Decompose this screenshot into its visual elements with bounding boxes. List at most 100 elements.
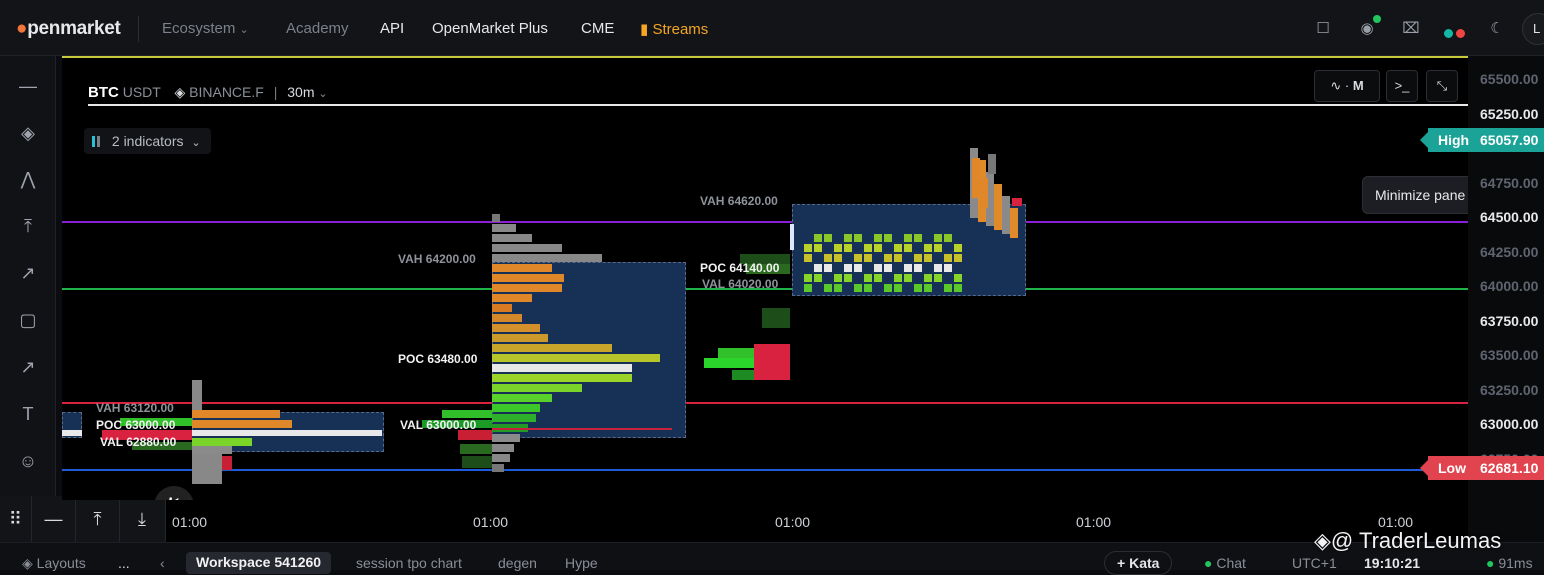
purple-line[interactable] xyxy=(62,221,1468,224)
online-dot-icon: ● xyxy=(1486,555,1495,571)
time-tick-label: 01:00 xyxy=(473,514,509,530)
price-axis[interactable]: 65500.00 65250.00 64750.00 64500.00 64250.00… xyxy=(1468,56,1544,542)
latency-indicator: ● 91ms xyxy=(1486,555,1533,571)
move-down-icon[interactable]: ⤓ xyxy=(120,496,164,542)
nav-streams[interactable]: ▮ Streams xyxy=(640,20,708,38)
line-tool-icon[interactable]: — xyxy=(14,72,42,100)
pulse-icon: ∿ xyxy=(1330,78,1342,93)
tpo-cell xyxy=(874,274,882,282)
tpo-cell xyxy=(934,264,942,272)
tpo-cell xyxy=(844,244,852,252)
chat-button[interactable]: ● Chat xyxy=(1204,555,1246,571)
blue-line[interactable] xyxy=(62,469,1468,472)
console-button[interactable]: >_ xyxy=(1386,70,1418,102)
tpo-cell xyxy=(884,264,892,272)
tpo-cell xyxy=(814,244,822,252)
floating-logo-icon[interactable]: ↯ xyxy=(154,486,194,500)
nav-ecosystem[interactable]: Ecosystem ⌄ xyxy=(162,20,249,37)
drag-handle-icon[interactable]: ⠿ xyxy=(0,496,32,542)
price-tick-label: 63250.00 xyxy=(1480,381,1539,398)
chart-mode-button[interactable]: ∿ · M xyxy=(1314,70,1380,102)
tpo-cell xyxy=(492,234,532,242)
tpo-cell xyxy=(844,234,852,242)
indicators-icon xyxy=(92,129,102,155)
nav-cme[interactable]: CME xyxy=(581,20,614,37)
indicators-button[interactable]: 2 indicators ⌄ xyxy=(84,128,211,154)
tab-hype[interactable]: Hype xyxy=(565,555,598,571)
minimize-pane-button[interactable]: ⤡ xyxy=(1426,70,1458,102)
camera-icon[interactable]: ⌧ xyxy=(1400,19,1422,39)
profile-level-label: VAL 62880.00 xyxy=(100,434,177,449)
tpo-cell xyxy=(864,244,872,252)
tpo-cell xyxy=(790,224,794,250)
chart-pane[interactable]: BTC USDT ◈ BINANCE.F | 30m ⌄ 2 indicator… xyxy=(62,56,1468,500)
nav-openmarket-plus[interactable]: OpenMarket Plus xyxy=(432,20,548,37)
emoji-tool-icon[interactable]: ☺ xyxy=(14,447,42,475)
tpo-cell xyxy=(924,254,932,262)
curve-tool-icon[interactable]: ↗ xyxy=(14,259,42,287)
tab-session-tpo-chart[interactable]: session tpo chart xyxy=(356,555,462,571)
text-tool-icon[interactable]: T xyxy=(14,400,42,428)
tpo-cell xyxy=(492,444,514,452)
timezone-selector[interactable]: UTC+1 xyxy=(1292,555,1337,571)
tpo-cell xyxy=(894,274,902,282)
red-line[interactable] xyxy=(62,402,1468,405)
tpo-cell xyxy=(854,254,862,262)
tpo-cell xyxy=(954,284,962,292)
tpo-cell xyxy=(844,264,852,272)
tpo-cell xyxy=(844,274,852,282)
feedback-icon[interactable]: ☐ xyxy=(1312,19,1334,39)
symbol-base[interactable]: BTC xyxy=(88,84,119,101)
interval-selector[interactable]: 30m xyxy=(287,84,314,100)
tpo-cell xyxy=(954,274,962,282)
user-avatar[interactable]: L xyxy=(1522,13,1544,45)
tpo-cell xyxy=(834,284,842,292)
exchange-name: BINANCE.F xyxy=(189,84,264,100)
price-tick-label: 63500.00 xyxy=(1480,347,1539,363)
minimize-icon[interactable]: — xyxy=(32,496,76,542)
tpo-cell xyxy=(914,264,922,272)
move-up-icon[interactable]: ⤒ xyxy=(76,496,120,542)
tab-workspace[interactable]: Workspace 541260 xyxy=(186,552,332,574)
tpo-cell xyxy=(824,284,832,292)
high-label-tag: High xyxy=(1419,127,1478,152)
price-tick-label: 64500.00 xyxy=(1480,209,1539,225)
layers-icon[interactable]: ◈ xyxy=(14,119,42,147)
tpo-cell xyxy=(954,254,962,262)
time-axis[interactable]: 01:00 01:00 01:00 01:00 01:00 xyxy=(166,500,1468,542)
online-dot-icon: ● xyxy=(1204,555,1213,571)
tpo-cell xyxy=(814,234,822,242)
low-price-tag: 62681.10 xyxy=(1468,456,1544,481)
layouts-button[interactable]: ◈ Layouts xyxy=(22,555,86,572)
profile-level-label: VAH 63120.00 xyxy=(96,401,174,416)
tpo-cell xyxy=(1010,208,1018,238)
arrow-up-tool-icon[interactable]: ⤒ xyxy=(14,212,42,240)
tpo-cell xyxy=(924,284,932,292)
nav-academy[interactable]: Academy xyxy=(286,20,349,37)
tpo-cell xyxy=(492,454,510,462)
tpo-cell xyxy=(460,444,492,454)
kata-button[interactable]: + Kata xyxy=(1104,551,1173,575)
theme-dots-icon[interactable] xyxy=(1444,25,1468,43)
openmarket-mark-icon: ● xyxy=(16,18,28,39)
back-button[interactable]: ‹ xyxy=(160,555,165,571)
openmarket-logo[interactable]: ●penmarket xyxy=(16,18,121,40)
tpo-cell xyxy=(492,314,522,322)
tpo-cell xyxy=(492,364,632,372)
pattern-tool-icon[interactable]: ⋀ xyxy=(14,165,42,193)
symbol-legend: BTC USDT ◈ BINANCE.F | 30m ⌄ xyxy=(88,84,328,101)
arrow-tool-icon[interactable]: ↗ xyxy=(14,353,42,381)
tpo-cell xyxy=(864,274,872,282)
tpo-cell xyxy=(192,438,252,446)
tpo-cell xyxy=(192,410,280,418)
nav-api[interactable]: API xyxy=(380,20,404,37)
tpo-cell xyxy=(814,264,822,272)
moon-icon[interactable]: ☾ xyxy=(1486,19,1508,39)
chevron-down-icon: ⌄ xyxy=(239,24,249,36)
tpo-cell xyxy=(804,244,812,252)
tpo-cell xyxy=(492,404,540,412)
more-button[interactable]: ... xyxy=(118,555,130,571)
tpo-cell xyxy=(492,294,532,302)
rectangle-tool-icon[interactable]: ▢ xyxy=(14,306,42,334)
tab-degen[interactable]: degen xyxy=(498,555,537,571)
